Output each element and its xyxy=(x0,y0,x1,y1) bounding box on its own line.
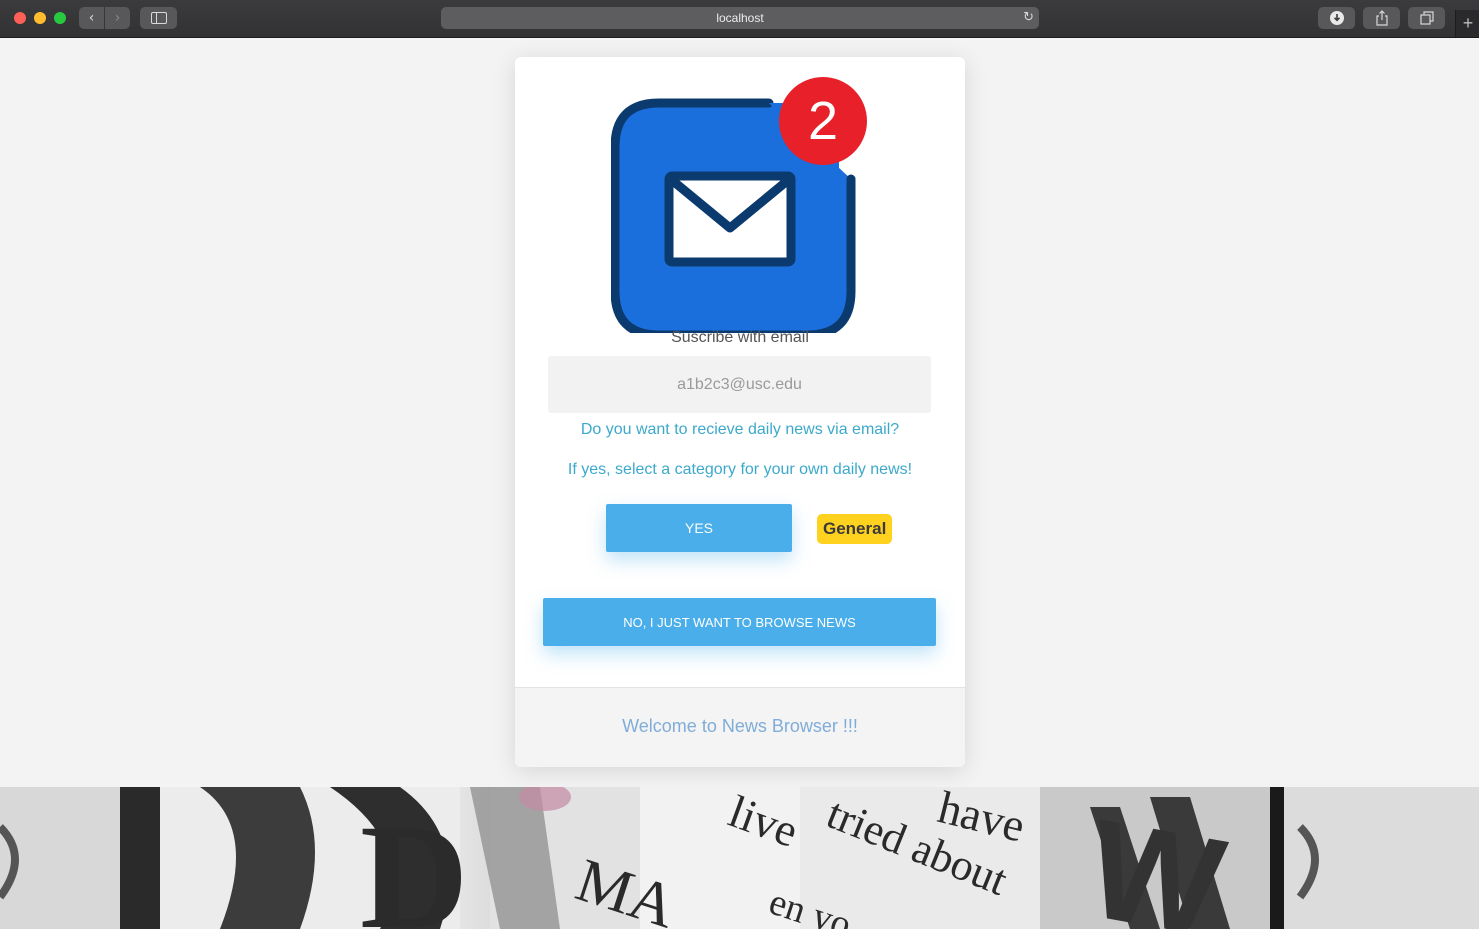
download-icon xyxy=(1329,11,1344,25)
browse-news-button[interactable]: NO, I JUST WANT TO BROWSE NEWS xyxy=(543,598,936,646)
sidebar-icon xyxy=(150,12,167,24)
welcome-message: Welcome to News Browser !!! xyxy=(622,716,858,736)
forward-button[interactable]: › xyxy=(105,7,130,29)
category-select[interactable]: General xyxy=(817,514,892,544)
new-tab-button[interactable]: + xyxy=(1455,10,1479,37)
chevron-right-icon: › xyxy=(114,10,121,26)
page-content: 2 Suscribe with email Do you want to rec… xyxy=(0,38,1479,929)
yes-button[interactable]: YES xyxy=(606,504,792,552)
reload-icon[interactable]: ↻ xyxy=(1023,7,1034,29)
mail-app-icon: 2 xyxy=(611,77,867,333)
tabs-overview-icon xyxy=(1419,11,1434,25)
share-button[interactable] xyxy=(1363,7,1400,29)
browser-toolbar: ‹ › localhost ↻ + xyxy=(0,0,1479,38)
sidebar-toggle-button[interactable] xyxy=(140,7,177,29)
back-button[interactable]: ‹ xyxy=(79,7,104,29)
daily-news-question: Do you want to recieve daily news via em… xyxy=(580,421,900,438)
chevron-left-icon: ‹ xyxy=(88,10,95,26)
newspaper-background-image: have tried about live MA en yo D W xyxy=(0,787,1479,929)
plus-icon: + xyxy=(1462,13,1474,33)
zoom-window-button[interactable] xyxy=(54,12,66,24)
newspaper-photo: have tried about live MA en yo D W xyxy=(0,787,1479,929)
notification-count: 2 xyxy=(808,91,838,151)
card-footer: Welcome to News Browser !!! xyxy=(515,687,965,767)
address-bar[interactable]: localhost ↻ xyxy=(441,7,1039,29)
subscribe-card: 2 Suscribe with email Do you want to rec… xyxy=(515,57,965,767)
close-window-button[interactable] xyxy=(14,12,26,24)
minimize-window-button[interactable] xyxy=(34,12,46,24)
subscribe-label: Suscribe with email xyxy=(671,329,809,346)
show-tabs-button[interactable] xyxy=(1408,7,1445,29)
url-text: localhost xyxy=(716,11,764,25)
headline-d: D xyxy=(360,794,468,929)
email-input[interactable] xyxy=(548,356,931,413)
headline-w: W xyxy=(1077,789,1234,929)
share-icon xyxy=(1375,10,1388,26)
category-instruction: If yes, select a category for your own d… xyxy=(567,461,913,478)
downloads-button[interactable] xyxy=(1318,7,1355,29)
